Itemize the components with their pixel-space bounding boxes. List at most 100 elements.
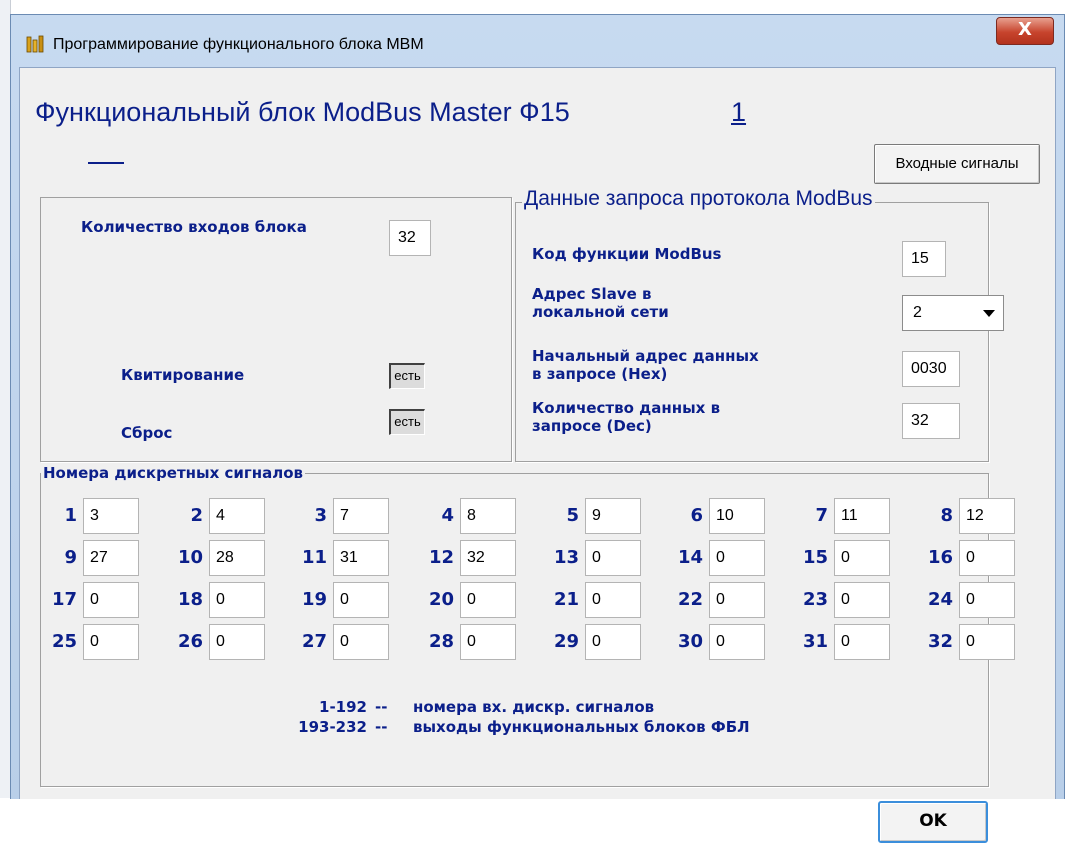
start-address-field[interactable]: 0030 [902, 351, 960, 387]
signal-value-field[interactable]: 0 [83, 624, 139, 660]
signal-number-label: 29 [553, 631, 579, 652]
signal-number-label: 3 [314, 505, 327, 526]
signal-number-label: 18 [177, 589, 203, 610]
signal-number-label: 27 [301, 631, 327, 652]
signal-number-label: 6 [690, 505, 703, 526]
signal-value-field[interactable]: 0 [834, 624, 890, 660]
modbus-group-legend: Данные запроса протокола ModBus [522, 186, 875, 212]
signal-value-field[interactable]: 0 [585, 582, 641, 618]
chevron-down-icon [983, 310, 995, 317]
note-separator-2: -- [375, 718, 388, 736]
signal-number-label: 14 [677, 547, 703, 568]
signal-number-label: 9 [64, 547, 77, 568]
signal-number-label: 32 [927, 631, 953, 652]
note-separator-1: -- [375, 698, 388, 716]
dialog-body: Функциональный блок ModBus Master Ф15 1 … [19, 67, 1056, 843]
reset-label: Сброс [121, 424, 173, 442]
slave-address-select[interactable]: 2 [902, 295, 1004, 331]
note-text-1: номера вх. дискр. сигналов [413, 698, 655, 716]
signal-number-label: 24 [927, 589, 953, 610]
signal-number-label: 17 [51, 589, 77, 610]
app-icon [26, 35, 44, 53]
note-text-2: выходы функциональных блоков ФБЛ [413, 718, 750, 736]
signal-value-field[interactable]: 3 [83, 498, 139, 534]
title-underline [88, 162, 124, 164]
signal-number-label: 5 [566, 505, 579, 526]
signal-value-field[interactable]: 27 [83, 540, 139, 576]
ack-toggle[interactable]: есть [389, 363, 425, 389]
signal-value-field[interactable]: 0 [333, 582, 389, 618]
inputs-count-field[interactable]: 32 [389, 220, 431, 256]
signal-value-field[interactable]: 28 [209, 540, 265, 576]
signal-number-label: 13 [553, 547, 579, 568]
signal-number-label: 21 [553, 589, 579, 610]
signal-value-field[interactable]: 10 [709, 498, 765, 534]
signal-value-field[interactable]: 0 [709, 540, 765, 576]
window-title: Программирование функционального блока М… [53, 36, 424, 53]
signal-value-field[interactable]: 0 [460, 582, 516, 618]
signal-number-label: 7 [815, 505, 828, 526]
signal-value-field[interactable]: 12 [959, 498, 1015, 534]
slave-address-value: 2 [913, 304, 922, 321]
modbus-request-group: Данные запроса протокола ModBus Код функ… [515, 186, 1004, 462]
signal-number-label: 31 [802, 631, 828, 652]
function-code-label: Код функции ModBus [532, 245, 722, 263]
start-address-label: Начальный адрес данных в запросе (Hex) [532, 347, 759, 383]
signal-number-label: 8 [940, 505, 953, 526]
signal-number-label: 19 [301, 589, 327, 610]
data-count-label: Количество данных в запросе (Dec) [532, 399, 721, 435]
signal-value-field[interactable]: 0 [709, 624, 765, 660]
signal-number-label: 16 [927, 547, 953, 568]
signal-number-label: 12 [428, 547, 454, 568]
signal-number-label: 28 [428, 631, 454, 652]
signal-value-field[interactable]: 32 [460, 540, 516, 576]
discrete-signals-group: Номера дискретных сигналов 1-192 -- номе… [40, 463, 1015, 787]
signal-value-field[interactable]: 7 [333, 498, 389, 534]
signal-value-field[interactable]: 0 [834, 540, 890, 576]
signal-value-field[interactable]: 0 [834, 582, 890, 618]
note-range-2: 193-232 [298, 718, 367, 736]
signal-value-field[interactable]: 0 [709, 582, 765, 618]
signal-number-label: 25 [51, 631, 77, 652]
signal-value-field[interactable]: 0 [959, 582, 1015, 618]
signal-value-field[interactable]: 31 [333, 540, 389, 576]
signal-number-label: 15 [802, 547, 828, 568]
dialog-window: Программирование функционального блока М… [10, 14, 1065, 843]
note-range-1: 1-192 [319, 698, 367, 716]
data-count-field[interactable]: 32 [902, 403, 960, 439]
signal-number-label: 23 [802, 589, 828, 610]
desktop-strip [0, 0, 1075, 10]
signal-number-label: 22 [677, 589, 703, 610]
ok-button[interactable]: OK [878, 801, 988, 843]
inputs-count-label: Количество входов блока [81, 218, 307, 236]
signal-number-label: 30 [677, 631, 703, 652]
slave-address-label: Адрес Slave в локальной сети [532, 285, 669, 321]
title-bar[interactable]: Программирование функционального блока М… [11, 15, 1064, 67]
signal-number-label: 11 [301, 547, 327, 568]
block-settings-group: Количество входов блока 32 Квитирование … [40, 197, 512, 462]
signal-value-field[interactable]: 4 [209, 498, 265, 534]
signal-value-field[interactable]: 0 [585, 540, 641, 576]
signal-value-field[interactable]: 0 [333, 624, 389, 660]
signal-value-field[interactable]: 0 [460, 624, 516, 660]
signal-number-label: 1 [64, 505, 77, 526]
signal-number-label: 26 [177, 631, 203, 652]
signal-number-label: 2 [190, 505, 203, 526]
close-button[interactable]: X [996, 17, 1054, 45]
input-signals-button[interactable]: Входные сигналы [874, 144, 1040, 184]
signal-value-field[interactable]: 0 [209, 582, 265, 618]
signal-value-field[interactable]: 0 [209, 624, 265, 660]
signal-value-field[interactable]: 0 [83, 582, 139, 618]
signal-value-field[interactable]: 0 [959, 540, 1015, 576]
signal-value-field[interactable]: 0 [585, 624, 641, 660]
signal-number-label: 20 [428, 589, 454, 610]
block-number-link[interactable]: 1 [731, 97, 746, 128]
signal-value-field[interactable]: 8 [460, 498, 516, 534]
signal-value-field[interactable]: 0 [959, 624, 1015, 660]
close-icon: X [1018, 19, 1032, 40]
reset-toggle[interactable]: есть [389, 409, 425, 435]
signal-value-field[interactable]: 9 [585, 498, 641, 534]
signals-group-legend: Номера дискретных сигналов [41, 463, 306, 483]
function-code-field[interactable]: 15 [902, 241, 946, 277]
signal-value-field[interactable]: 11 [834, 498, 890, 534]
